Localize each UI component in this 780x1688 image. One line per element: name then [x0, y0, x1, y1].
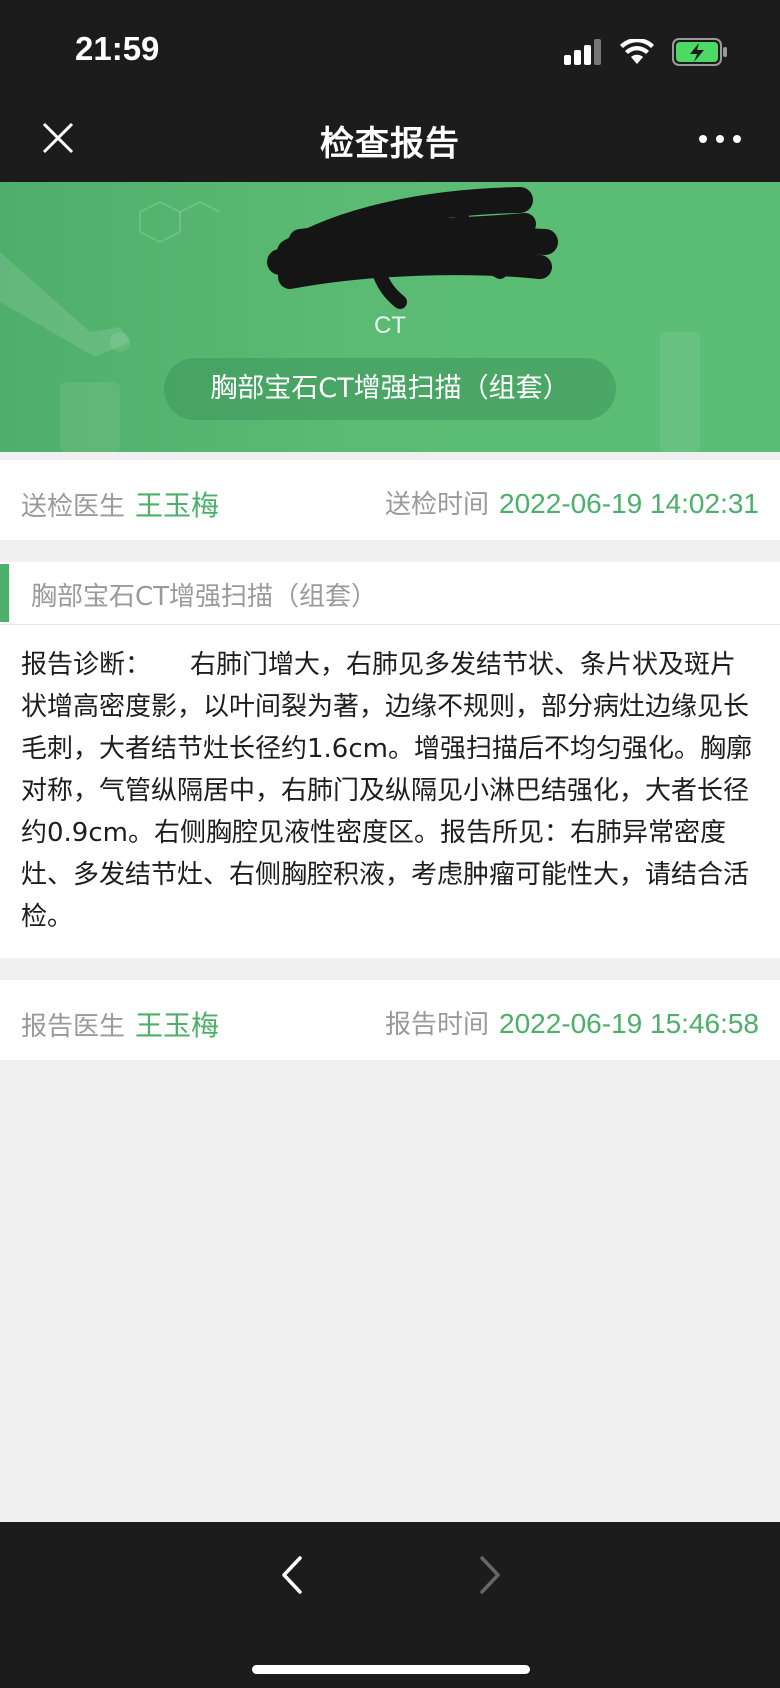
submission-time: 送检时间 2022-06-19 14:02:31 — [385, 484, 759, 521]
signal-icon — [564, 39, 601, 65]
wifi-icon — [620, 39, 654, 64]
page-title: 检查报告 — [320, 124, 460, 164]
exam-title: 胸部宝石CT增强扫描（组套） — [31, 582, 378, 612]
chevron-right-icon — [480, 1556, 500, 1594]
exam-banner: CT 胸部宝石CT增强扫描（组套） — [0, 182, 780, 452]
submitting-doctor: 送检医生 王玉梅 — [21, 484, 219, 524]
status-time: 21:59 — [75, 30, 160, 67]
status-bar: 21:59 — [0, 0, 780, 100]
exam-title-accent — [0, 564, 9, 622]
reporting-doctor: 报告医生 王玉梅 — [21, 1004, 219, 1044]
submitting-doctor-label: 送检医生 — [21, 492, 126, 522]
report-time-value: 2022-06-19 15:46:58 — [499, 1008, 759, 1039]
report-diagnosis-text: 报告诊断： 右肺门增大，右肺见多发结节状、条片状及斑片状增高密度影，以叶间裂为著… — [21, 650, 752, 932]
submission-info-card: 送检医生 王玉梅 送检时间 2022-06-19 14:02:31 — [0, 460, 780, 540]
exam-type-label: CT — [374, 312, 406, 339]
redaction-scribble — [267, 187, 558, 309]
report-time-label: 报告时间 — [384, 1010, 489, 1040]
exam-title-row: 胸部宝石CT增强扫描（组套） — [0, 562, 780, 625]
reporting-doctor-name: 王玉梅 — [135, 1010, 220, 1041]
battery-charging-icon — [672, 38, 727, 66]
submission-time-value: 2022-06-19 14:02:31 — [499, 488, 759, 519]
report-card: 胸部宝石CT增强扫描（组套） 报告诊断： 右肺门增大，右肺见多发结节状、条片状及… — [0, 562, 780, 958]
reporting-doctor-label: 报告医生 — [21, 1012, 126, 1042]
reporter-info-card: 报告医生 王玉梅 报告时间 2022-06-19 15:46:58 — [0, 980, 780, 1060]
chevron-left-icon[interactable] — [276, 1552, 306, 1598]
nav-bar: 检查报告 — [0, 100, 780, 182]
status-icons — [564, 36, 728, 68]
more-icon[interactable] — [695, 124, 745, 154]
submission-time-label: 送检时间 — [384, 490, 489, 520]
submitting-doctor-name: 王玉梅 — [135, 490, 220, 521]
home-indicator[interactable] — [252, 1665, 530, 1674]
bottom-toolbar — [0, 1522, 780, 1688]
report-time: 报告时间 2022-06-19 15:46:58 — [385, 1004, 759, 1041]
exam-name-pill: 胸部宝石CT增强扫描（组套） — [164, 358, 616, 420]
